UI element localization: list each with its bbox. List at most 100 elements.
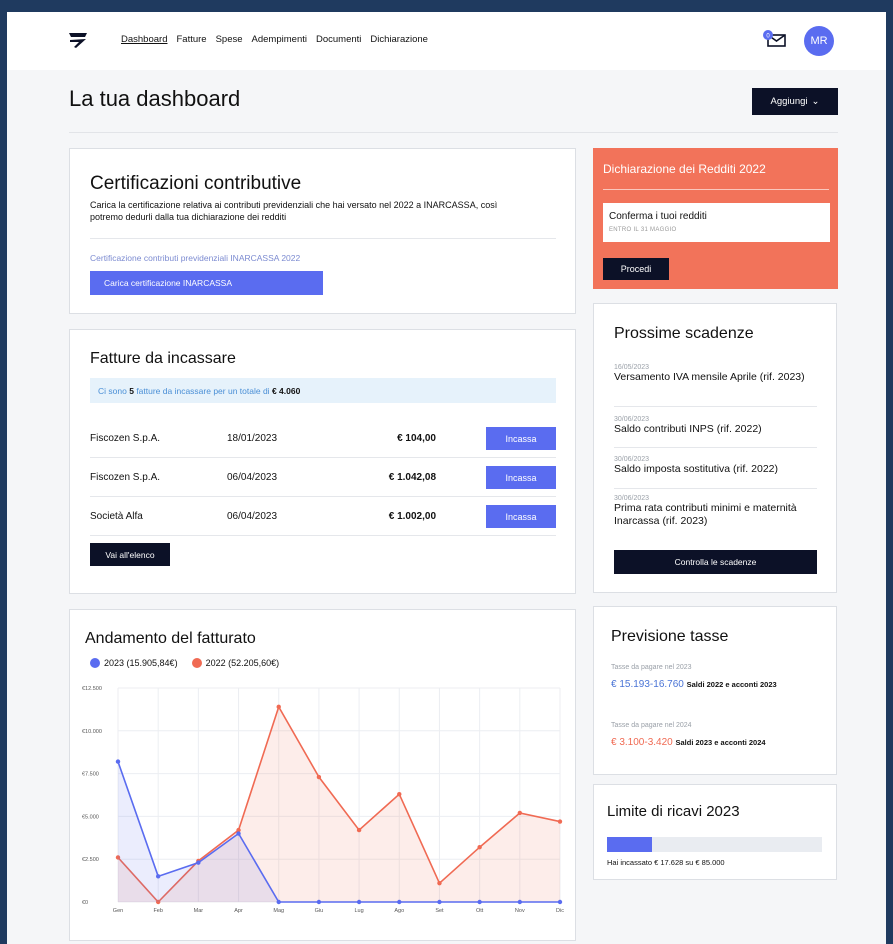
x-tick-label: Nov <box>515 908 525 914</box>
y-tick-label: €0 <box>82 900 88 906</box>
certificazioni-description: Carica la certificazione relativa ai con… <box>90 200 498 222</box>
tasse-value: € 3.100-3.420 Saldi 2023 e acconti 2024 <box>611 737 766 748</box>
card-divider <box>603 189 829 190</box>
nav-spese[interactable]: Spese <box>216 34 243 45</box>
data-point <box>557 899 563 905</box>
certificazioni-card: Certificazioni contributive Carica la ce… <box>69 148 576 314</box>
legend-label: 2023 (15.905,84€) <box>104 658 178 668</box>
legend-item-2023[interactable]: 2023 (15.905,84€) <box>90 658 178 668</box>
data-point <box>437 899 442 905</box>
list-item: 16/05/2023 Versamento IVA mensile Aprile… <box>614 364 817 407</box>
chevron-down-icon: ⌄ <box>811 96 820 107</box>
controlla-scadenze-button[interactable]: Controlla le scadenze <box>614 550 817 574</box>
legend-item-2022[interactable]: 2022 (52.205,60€) <box>191 658 280 668</box>
previsione-tasse-card: Previsione tasse Tasse da pagare nel 202… <box>593 606 837 775</box>
tasse-title: Previsione tasse <box>611 628 729 645</box>
card-divider <box>90 238 556 239</box>
scadenza-text: Saldo contributi INPS (rif. 2022) <box>614 423 762 435</box>
certificazione-link[interactable]: Certificazione contributi previdenziali … <box>90 253 300 263</box>
data-point <box>236 831 241 836</box>
scadenza-text: Prima rata contributi minimi e maternità… <box>614 502 797 527</box>
invoice-date: 06/04/2023 <box>227 472 278 483</box>
x-tick-label: Apr <box>234 908 243 914</box>
x-tick-label: Ago <box>394 908 404 914</box>
banner-middle: fatture da incassare per un totale di <box>136 385 270 396</box>
mail-icon[interactable]: 0 <box>761 29 787 49</box>
limite-progress-fill <box>607 837 652 852</box>
data-point <box>276 899 281 905</box>
upload-certificazione-button[interactable]: Carica certificazione INARCASSA <box>90 271 323 295</box>
fatture-banner: Ci sono 5 fatture da incassare per un to… <box>90 378 556 403</box>
scadenza-date: 30/06/2023 <box>614 495 650 502</box>
data-point <box>115 759 121 764</box>
legend-swatch <box>90 658 100 668</box>
conferma-redditi-box: Conferma i tuoi redditi ENTRO IL 31 MAGG… <box>603 203 830 242</box>
x-tick-label: Giu <box>315 908 324 914</box>
invoice-amount: € 1.002,00 <box>388 511 436 522</box>
data-point <box>517 810 523 816</box>
tasse-label: Tasse da pagare nel 2023 <box>611 664 692 671</box>
nav-dashboard[interactable]: Dashboard <box>121 34 167 45</box>
procedi-button[interactable]: Procedi <box>603 258 669 280</box>
fatturato-chart: €12.500 €10.000 €7.500 €5.000 €2.500 €0 Gen Feb… <box>82 686 564 914</box>
x-tick-label: Feb <box>153 908 162 914</box>
invoice-amount: € 104,00 <box>397 433 436 444</box>
incassa-button[interactable]: Incassa <box>486 505 556 528</box>
data-point <box>316 774 322 780</box>
chart-legend: 2023 (15.905,84€) 2022 (52.205,60€) <box>90 658 279 668</box>
y-tick-label: €2.500 <box>82 857 99 863</box>
data-point <box>477 899 482 905</box>
data-point <box>276 704 281 710</box>
x-tick-label: Lug <box>354 908 363 914</box>
legend-label: 2022 (52.205,60€) <box>205 658 280 668</box>
fatture-card: Fatture da incassare Ci sono 5 fatture d… <box>69 329 576 594</box>
incassa-button[interactable]: Incassa <box>486 427 556 450</box>
nav-dichiarazione[interactable]: Dichiarazione <box>370 34 428 45</box>
x-tick-label: Ott <box>476 908 484 914</box>
tasse-range: € 15.193-16.760 <box>611 679 684 690</box>
list-item: 30/06/2023 Saldo contributi INPS (rif. 2… <box>614 416 817 448</box>
tasse-note: Saldi 2023 e acconti 2024 <box>675 738 766 747</box>
avatar[interactable]: MR <box>804 26 834 56</box>
list-item: 30/06/2023 Saldo imposta sostitutiva (ri… <box>614 456 817 489</box>
top-bar: Dashboard Fatture Spese Adempimenti Docu… <box>7 12 886 70</box>
invoice-client: Società Alfa <box>90 511 143 522</box>
fatturato-chart-card: Andamento del fatturato 2023 (15.905,84€… <box>69 609 576 941</box>
limite-progress-bar <box>607 837 822 852</box>
data-point <box>316 899 322 905</box>
limite-caption: Hai incassato € 17.628 su € 85.000 <box>607 858 725 867</box>
table-row: Fiscozen S.p.A. 18/01/2023 € 104,00 Inca… <box>90 419 556 458</box>
data-point <box>397 791 402 797</box>
tasse-label: Tasse da pagare nel 2024 <box>611 722 692 729</box>
data-point <box>155 874 161 879</box>
main-nav: Dashboard Fatture Spese Adempimenti Docu… <box>121 34 428 45</box>
invoice-date: 06/04/2023 <box>227 511 278 522</box>
app-page: Dashboard Fatture Spese Adempimenti Docu… <box>7 12 886 944</box>
nav-documenti[interactable]: Documenti <box>316 34 361 45</box>
y-tick-label: €5.000 <box>82 814 99 820</box>
x-tick-label: Mar <box>194 908 204 914</box>
dichiarazione-card: Dichiarazione dei Redditi 2022 Conferma … <box>593 148 838 289</box>
x-tick-label: Set <box>435 908 444 914</box>
x-tick-label: Dic <box>556 908 564 914</box>
conferma-redditi-title: Conferma i tuoi redditi <box>609 211 707 222</box>
invoice-amount: € 1.042,08 <box>388 472 436 483</box>
list-item: 30/06/2023 Prima rata contributi minimi … <box>614 495 817 541</box>
limite-title: Limite di ricavi 2023 <box>607 803 740 820</box>
data-point <box>517 899 523 905</box>
invoice-date: 18/01/2023 <box>227 433 278 444</box>
data-point <box>356 899 362 905</box>
nav-fatture[interactable]: Fatture <box>176 34 206 45</box>
data-point <box>356 827 362 833</box>
app-logo-icon[interactable] <box>67 30 89 50</box>
certificazioni-title: Certificazioni contributive <box>90 173 302 194</box>
y-tick-label: €10.000 <box>82 729 102 735</box>
banner-prefix: Ci sono <box>98 385 127 396</box>
nav-adempimenti[interactable]: Adempimenti <box>252 34 307 45</box>
add-button[interactable]: Aggiungi ⌄ <box>752 88 838 115</box>
vai-elenco-button[interactable]: Vai all'elenco <box>90 543 170 566</box>
dichiarazione-title: Dichiarazione dei Redditi 2022 <box>603 162 766 176</box>
y-tick-label: €12.500 <box>82 686 102 692</box>
x-tick-label: Mag <box>273 908 284 914</box>
incassa-button[interactable]: Incassa <box>486 466 556 489</box>
